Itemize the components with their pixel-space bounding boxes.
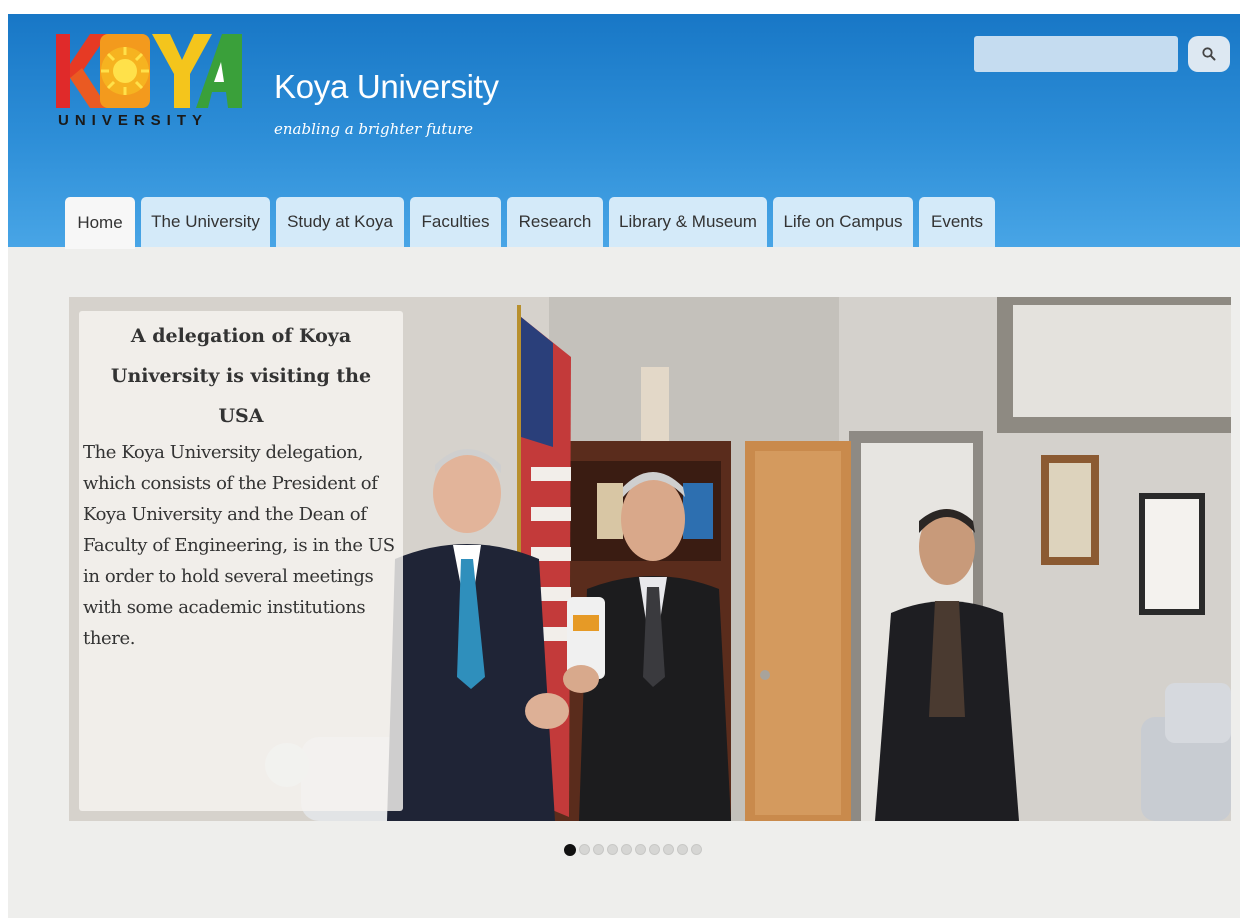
site-header: UNIVERSITY Koya University enabling a br… — [8, 14, 1240, 249]
logo-wordmark: UNIVERSITY — [58, 112, 209, 129]
slide-dot[interactable] — [621, 844, 632, 855]
slide-dot[interactable] — [649, 844, 660, 855]
slide-dot[interactable] — [579, 844, 590, 855]
tab-research[interactable]: Research — [507, 197, 603, 247]
slide-dot[interactable] — [635, 844, 646, 855]
tab-label: Study at Koya — [287, 212, 393, 231]
search-input[interactable] — [974, 36, 1178, 72]
caption-body: The Koya University delegation, which co… — [83, 442, 395, 649]
tab-label: Faculties — [421, 212, 490, 231]
tab-life-on-campus[interactable]: Life on Campus — [773, 197, 913, 247]
tab-label: Research — [518, 212, 592, 231]
tab-label: Events — [931, 212, 983, 231]
slide-dot[interactable] — [564, 843, 576, 856]
site-title[interactable]: Koya University — [274, 68, 499, 106]
tab-label: Library & Museum — [619, 212, 757, 231]
tab-home[interactable]: Home — [65, 197, 135, 249]
slide-dot[interactable] — [607, 844, 618, 855]
koya-university-logo[interactable]: UNIVERSITY — [56, 34, 242, 138]
slide-dot[interactable] — [593, 844, 604, 855]
tab-label: Home — [77, 213, 123, 232]
slide-caption: A delegation of Koya University is visit… — [79, 311, 403, 811]
site-tagline: enabling a brighter future — [274, 120, 474, 138]
slide-dot[interactable] — [663, 844, 674, 855]
tab-label: Life on Campus — [783, 212, 903, 231]
logo-graphic — [56, 34, 242, 108]
tab-events[interactable]: Events — [919, 197, 995, 247]
tab-study-at-koya[interactable]: Study at Koya — [276, 197, 404, 247]
search-button[interactable] — [1188, 36, 1230, 72]
caption-title[interactable]: A delegation of Koya University is visit… — [83, 316, 399, 436]
search-icon — [1202, 47, 1216, 61]
tab-faculties[interactable]: Faculties — [410, 197, 501, 247]
tab-library-museum[interactable]: Library & Museum — [609, 197, 767, 247]
slider-pagination — [564, 843, 702, 858]
tab-the-university[interactable]: The University — [141, 197, 270, 247]
news-slider[interactable]: A delegation of Koya University is visit… — [69, 297, 1231, 821]
tab-label: The University — [151, 212, 260, 231]
slide-dot[interactable] — [691, 844, 702, 855]
page: UNIVERSITY Koya University enabling a br… — [8, 14, 1240, 918]
slide-dot[interactable] — [677, 844, 688, 855]
